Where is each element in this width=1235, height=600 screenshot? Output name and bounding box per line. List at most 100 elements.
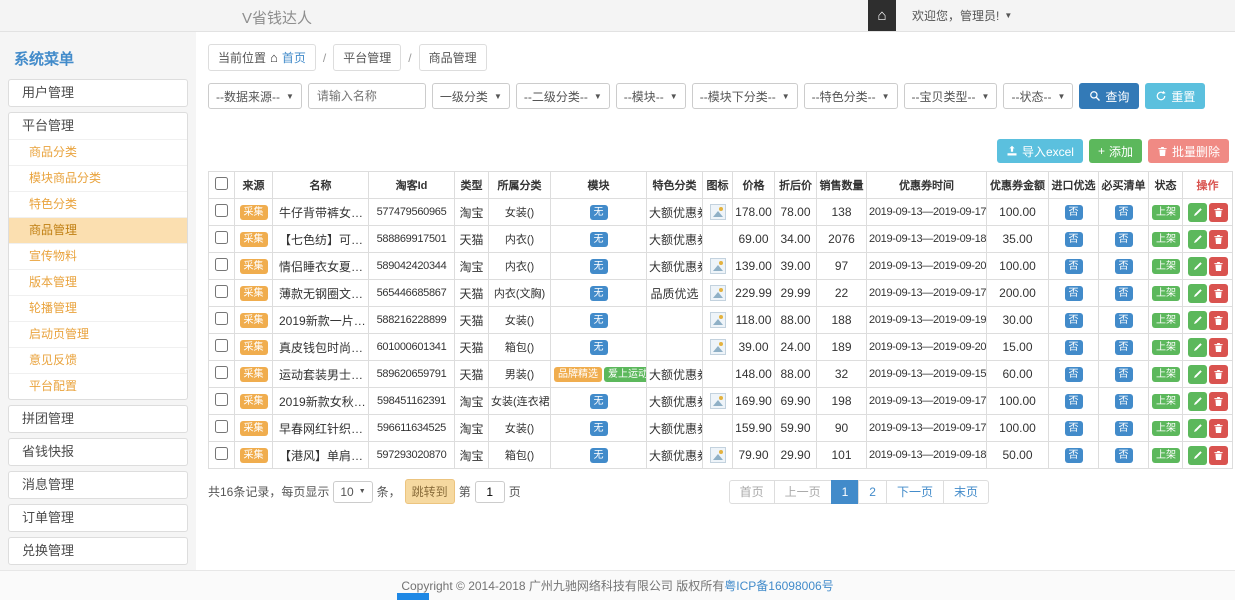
page-button[interactable]: 上一页 bbox=[774, 480, 832, 504]
filter-select[interactable]: 一级分类▼ bbox=[432, 83, 510, 109]
breadcrumb-item-platform[interactable]: 平台管理 bbox=[333, 44, 401, 71]
cell-select bbox=[209, 199, 235, 226]
row-checkbox[interactable] bbox=[215, 366, 228, 379]
sidebar-subitem[interactable]: 版本管理 bbox=[9, 269, 187, 295]
cell-source: 采集 bbox=[235, 253, 273, 280]
edit-button[interactable] bbox=[1188, 365, 1207, 384]
page-button[interactable]: 2 bbox=[858, 480, 887, 504]
filter-select[interactable]: --数据来源--▼ bbox=[208, 83, 302, 109]
delete-button[interactable] bbox=[1209, 365, 1228, 384]
cell-name: 牛仔背带裤女秋装减龄... bbox=[273, 199, 369, 226]
cell-module: 无 bbox=[551, 334, 647, 361]
status-badge: 上架 bbox=[1152, 367, 1180, 382]
sidebar-subitem[interactable]: 轮播管理 bbox=[9, 295, 187, 321]
per-page-select[interactable]: 10 ▼ bbox=[333, 481, 372, 503]
cell-discount-price: 29.99 bbox=[775, 280, 817, 307]
cell-actions bbox=[1183, 415, 1233, 442]
sidebar-item[interactable]: 拼团管理 bbox=[9, 406, 187, 432]
row-checkbox[interactable] bbox=[215, 420, 228, 433]
breadcrumb-home-link[interactable]: 首页 bbox=[282, 49, 306, 66]
filter-select[interactable]: --状态--▼ bbox=[1003, 83, 1073, 109]
sidebar-subitem[interactable]: 模块商品分类 bbox=[9, 165, 187, 191]
source-badge: 采集 bbox=[240, 232, 268, 247]
sidebar-subitem[interactable]: 宣传物料 bbox=[9, 243, 187, 269]
delete-button[interactable] bbox=[1209, 392, 1228, 411]
cell-source: 采集 bbox=[235, 361, 273, 388]
user-menu[interactable]: 欢迎您，管理员! ▼ bbox=[896, 0, 1028, 31]
delete-icon bbox=[1213, 423, 1224, 434]
icp-link[interactable]: 粤ICP备16098006号 bbox=[724, 577, 833, 594]
page-button[interactable]: 1 bbox=[831, 480, 860, 504]
reset-button[interactable]: 重置 bbox=[1145, 83, 1205, 109]
sidebar-item[interactable]: 兑换管理 bbox=[9, 538, 187, 564]
sidebar-item[interactable]: 用户管理 bbox=[9, 80, 187, 106]
filter-select[interactable]: --特色分类--▼ bbox=[804, 83, 898, 109]
row-checkbox[interactable] bbox=[215, 312, 228, 325]
delete-button[interactable] bbox=[1209, 203, 1228, 222]
delete-button[interactable] bbox=[1209, 230, 1228, 249]
import-excel-button[interactable]: 导入excel bbox=[997, 139, 1083, 163]
row-checkbox[interactable] bbox=[215, 339, 228, 352]
delete-icon bbox=[1213, 288, 1224, 299]
cell-select bbox=[209, 253, 235, 280]
sidebar-subitem[interactable]: 商品管理 bbox=[9, 217, 187, 243]
sidebar-subitem[interactable]: 特色分类 bbox=[9, 191, 187, 217]
sidebar-item[interactable]: 省钱快报 bbox=[9, 439, 187, 465]
edit-button[interactable] bbox=[1188, 419, 1207, 438]
cell-coupon-time: 2019-09-13—2019-09-20 bbox=[867, 253, 987, 280]
chevron-down-icon: ▼ bbox=[1004, 11, 1012, 20]
sidebar-subitem[interactable]: 平台配置 bbox=[9, 373, 187, 399]
edit-button[interactable] bbox=[1188, 257, 1207, 276]
sidebar-item[interactable]: 消息管理 bbox=[9, 472, 187, 498]
row-checkbox[interactable] bbox=[215, 447, 228, 460]
edit-button[interactable] bbox=[1188, 203, 1207, 222]
module-badge: 无 bbox=[590, 448, 608, 463]
sidebar-item[interactable]: 订单管理 bbox=[9, 505, 187, 531]
add-button[interactable]: + 添加 bbox=[1089, 139, 1142, 163]
module-badge: 无 bbox=[590, 394, 608, 409]
row-checkbox[interactable] bbox=[215, 204, 228, 217]
search-button[interactable]: 查询 bbox=[1079, 83, 1139, 109]
row-checkbox[interactable] bbox=[215, 285, 228, 298]
home-button[interactable]: ⌂ bbox=[868, 0, 896, 31]
sidebar-subitem[interactable]: 商品分类 bbox=[9, 139, 187, 165]
table-row: 采集运动套装男士卫衣初秋...589620659791天猫男装()品牌精选爱上运… bbox=[209, 361, 1233, 388]
name-search-input[interactable] bbox=[308, 83, 426, 109]
page-button[interactable]: 末页 bbox=[943, 480, 989, 504]
delete-button[interactable] bbox=[1209, 284, 1228, 303]
must-buy-badge: 否 bbox=[1115, 286, 1133, 301]
edit-button[interactable] bbox=[1188, 446, 1207, 465]
sidebar-item[interactable]: 平台管理 bbox=[9, 113, 187, 139]
row-checkbox[interactable] bbox=[215, 393, 228, 406]
cell-coupon-amount: 50.00 bbox=[987, 442, 1049, 469]
page-button[interactable]: 下一页 bbox=[886, 480, 944, 504]
batch-delete-button[interactable]: 批量删除 bbox=[1148, 139, 1229, 163]
column-header: 价格 bbox=[733, 172, 775, 199]
cell-price: 229.99 bbox=[733, 280, 775, 307]
delete-button[interactable] bbox=[1209, 446, 1228, 465]
edit-button[interactable] bbox=[1188, 311, 1207, 330]
sidebar-subitem[interactable]: 启动页管理 bbox=[9, 321, 187, 347]
row-checkbox[interactable] bbox=[215, 258, 228, 271]
edit-button[interactable] bbox=[1188, 230, 1207, 249]
delete-button[interactable] bbox=[1209, 338, 1228, 357]
filter-select[interactable]: --模块--▼ bbox=[616, 83, 686, 109]
page-button[interactable]: 首页 bbox=[729, 480, 775, 504]
edit-button[interactable] bbox=[1188, 392, 1207, 411]
cell-type: 天猫 bbox=[455, 226, 489, 253]
jump-page-input[interactable] bbox=[475, 481, 505, 503]
filter-select[interactable]: --宝贝类型--▼ bbox=[904, 83, 998, 109]
edit-button[interactable] bbox=[1188, 338, 1207, 357]
jump-button[interactable]: 跳转到 bbox=[405, 479, 455, 504]
filter-select[interactable]: --二级分类--▼ bbox=[516, 83, 610, 109]
delete-button[interactable] bbox=[1209, 311, 1228, 330]
edit-button[interactable] bbox=[1188, 284, 1207, 303]
sidebar-subitem[interactable]: 意见反馈 bbox=[9, 347, 187, 373]
delete-button[interactable] bbox=[1209, 419, 1228, 438]
delete-button[interactable] bbox=[1209, 257, 1228, 276]
filter-select[interactable]: --模块下分类--▼ bbox=[692, 83, 798, 109]
breadcrumb-item-goods[interactable]: 商品管理 bbox=[419, 44, 487, 71]
imported-badge: 否 bbox=[1065, 259, 1083, 274]
row-checkbox[interactable] bbox=[215, 231, 228, 244]
select-all-checkbox[interactable] bbox=[215, 177, 228, 190]
